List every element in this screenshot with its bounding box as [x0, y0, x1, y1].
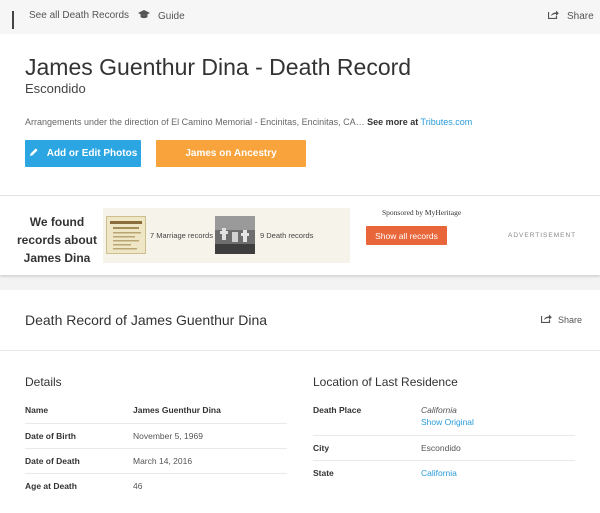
city-label: City — [313, 443, 330, 453]
see-more-label: See more at — [367, 117, 419, 127]
show-all-records-button[interactable]: Show all records — [366, 226, 447, 245]
age-label: Age at Death — [25, 481, 77, 491]
show-original-link[interactable]: Show Original — [421, 417, 474, 427]
myheritage-ad-box[interactable]: 7 Marriage records 9 Death records — [103, 208, 350, 263]
details-row-birth: Date of Birth November 5, 1969 — [25, 424, 287, 449]
details-row-death: Date of Death March 14, 2016 — [25, 449, 287, 474]
tributes-link[interactable]: Tributes.com — [421, 117, 473, 127]
page-title: James Guenthur Dina - Death Record — [25, 54, 412, 80]
share-icon — [540, 314, 552, 325]
birth-label: Date of Birth — [25, 431, 76, 441]
grid-icon — [12, 11, 21, 29]
state-label: State — [313, 468, 334, 478]
details-row-name: Name James Guenthur Dina — [25, 399, 287, 424]
add-edit-photos-button[interactable]: Add or Edit Photos — [25, 140, 141, 167]
share-button-record[interactable]: Share — [540, 314, 583, 325]
location-row-city: City Escondido — [313, 436, 575, 461]
see-all-death-records-link[interactable]: See all Death Records — [12, 10, 130, 29]
death-place-label: Death Place — [313, 405, 362, 415]
guide-link[interactable]: Guide — [138, 10, 185, 22]
ancestry-label: James on Ancestry — [185, 148, 277, 159]
add-edit-photos-label: Add or Edit Photos — [46, 148, 138, 159]
details-heading: Details — [25, 375, 62, 389]
death-place-value: California — [421, 405, 457, 415]
arrangements-text: Arrangements under the direction of El C… — [25, 117, 472, 127]
record-title: Death Record of James Guenthur Dina — [25, 312, 268, 328]
state-value-link[interactable]: California — [421, 468, 457, 478]
james-on-ancestry-button[interactable]: James on Ancestry — [156, 140, 306, 167]
age-value: 46 — [133, 481, 143, 491]
see-all-label: See all Death Records — [29, 10, 130, 21]
location-row-death-place: Death Place California Show Original — [313, 399, 575, 436]
graduation-cap-icon — [138, 10, 150, 22]
page-subtitle: Escondido — [25, 81, 86, 96]
death-label: Date of Death — [25, 456, 80, 466]
location-row-state: State California — [313, 461, 575, 486]
city-value: Escondido — [421, 443, 461, 453]
guide-label: Guide — [158, 10, 185, 22]
share-label: Share — [567, 10, 594, 22]
advertisement-label: ADVERTISEMENT — [508, 232, 577, 239]
sponsored-by-text: Sponsored by MyHeritage — [382, 208, 462, 217]
divider — [0, 350, 600, 351]
marriage-records-count: 7 Marriage records — [150, 231, 213, 240]
marriage-license-thumbnail — [106, 216, 146, 254]
pencil-icon — [29, 147, 47, 160]
arrangements-description: Arrangements under the direction of El C… — [25, 117, 365, 127]
share-icon — [547, 10, 559, 22]
share-button-top[interactable]: Share — [547, 10, 594, 22]
location-heading: Location of Last Residence — [313, 375, 458, 389]
birth-value: November 5, 1969 — [133, 431, 203, 441]
death-value: March 14, 2016 — [133, 456, 193, 466]
name-label: Name — [25, 405, 49, 415]
death-records-count: 9 Death records — [260, 231, 314, 240]
details-row-age: Age at Death 46 — [25, 474, 287, 499]
found-records-text: We found records about James Dina — [16, 215, 97, 265]
name-value: James Guenthur Dina — [133, 405, 221, 415]
ad-section: We found records about James Dina 7 Marr… — [0, 195, 600, 275]
share-record-label: Share — [558, 314, 583, 325]
cemetery-thumbnail — [215, 216, 255, 254]
top-nav: See all Death Records Guide Share — [0, 0, 600, 34]
